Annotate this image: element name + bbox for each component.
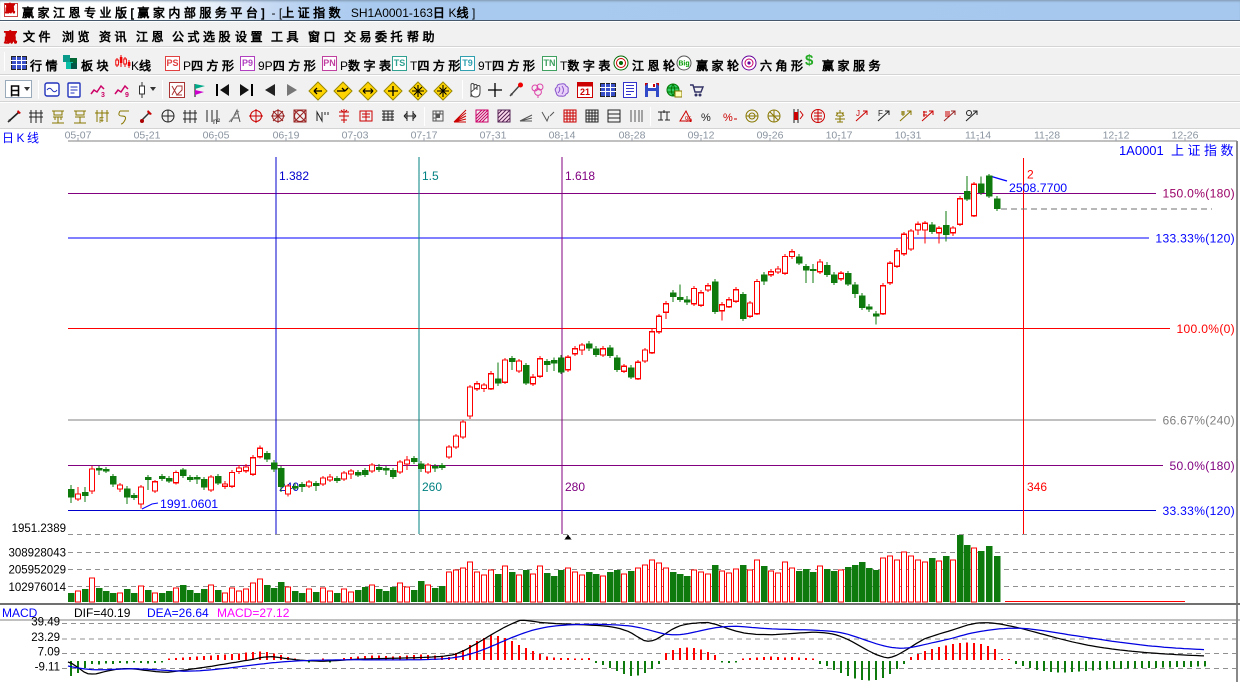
svg-text:Big: Big (678, 61, 689, 68)
svg-text:23.29: 23.29 (31, 632, 60, 644)
svg-text:7.09: 7.09 (38, 647, 60, 659)
svg-text:102976014: 102976014 (8, 582, 66, 594)
svg-text:3: 3 (101, 92, 105, 98)
svg-text:133.33%(120): 133.33%(120) (1155, 232, 1235, 246)
svg-text:%: % (701, 112, 711, 124)
svg-text:66.67%(240): 66.67%(240) (1162, 413, 1235, 427)
svg-text:MACD=27.12: MACD=27.12 (217, 606, 290, 620)
svg-text:205952029: 205952029 (8, 565, 66, 577)
svg-text:1.618: 1.618 (565, 169, 595, 183)
svg-text:50.0%(180): 50.0%(180) (1169, 459, 1235, 473)
svg-text:100.0%(0): 100.0%(0) (1177, 322, 1236, 336)
svg-text:1991.0601: 1991.0601 (160, 497, 218, 511)
svg-text:%: % (723, 112, 733, 124)
svg-text:39.49: 39.49 (31, 617, 60, 629)
svg-text:1.382: 1.382 (279, 169, 309, 183)
svg-text:150.0%(180): 150.0%(180) (1162, 187, 1235, 201)
svg-text:1.5: 1.5 (422, 169, 439, 183)
svg-text:1951.2389: 1951.2389 (12, 523, 66, 535)
svg-text:%: % (685, 115, 692, 124)
svg-text:33.33%(120): 33.33%(120) (1162, 504, 1235, 518)
svg-text:F: F (99, 116, 104, 125)
svg-text:2508.7700: 2508.7700 (1009, 181, 1067, 195)
svg-text:21: 21 (580, 87, 590, 97)
svg-text:DEA=26.64: DEA=26.64 (147, 606, 209, 620)
svg-text:9: 9 (125, 92, 129, 98)
svg-text:F: F (878, 109, 883, 118)
svg-text:2: 2 (1027, 168, 1034, 182)
svg-text:-9.11: -9.11 (35, 662, 60, 674)
svg-text:DIF=40.19: DIF=40.19 (74, 606, 131, 620)
svg-text:J: J (856, 109, 860, 118)
svg-text:280: 280 (565, 480, 585, 494)
svg-text:308928043: 308928043 (8, 548, 66, 560)
svg-text:n²: n² (213, 117, 220, 125)
svg-text:260: 260 (422, 480, 442, 494)
svg-text:1A0001 上证指数: 1A0001 上证指数 (1119, 143, 1237, 158)
svg-text:346: 346 (1027, 480, 1047, 494)
svg-text:日K线: 日K线 (2, 131, 42, 145)
